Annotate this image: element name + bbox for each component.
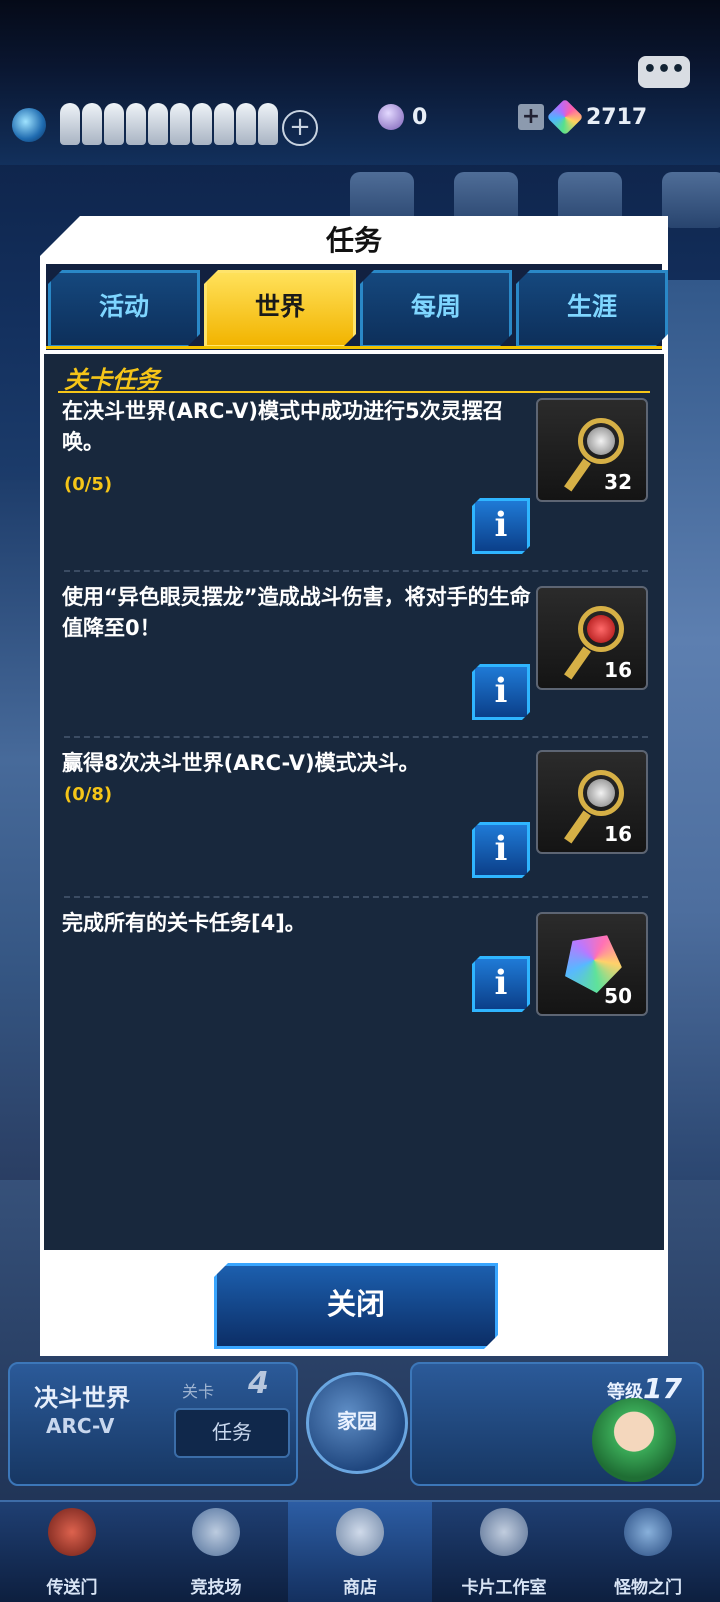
reward-slot[interactable]: 16 xyxy=(536,750,648,854)
swords-icon xyxy=(192,1508,240,1556)
settings-icon[interactable] xyxy=(662,172,720,228)
reward-count: 50 xyxy=(604,984,632,1008)
gem-icon xyxy=(546,98,584,136)
monster-gate-icon xyxy=(624,1508,672,1556)
stage-number: 4 xyxy=(248,1366,269,1401)
gem-currency[interactable]: + 2717 xyxy=(518,98,648,136)
dialog-title: 任务 xyxy=(325,224,382,257)
add-gems-icon[interactable]: + xyxy=(518,104,544,130)
orb-currency: 0 xyxy=(378,104,427,130)
stage-label: 关卡 xyxy=(182,1382,215,1401)
player-silhouette-icon xyxy=(148,103,168,145)
nav-arena[interactable]: 竞技场 xyxy=(144,1502,288,1602)
chat-icon[interactable]: ••• xyxy=(638,56,690,88)
tab-weekly[interactable]: 每周 xyxy=(360,270,512,348)
top-bar: ••• + 0 + 2717 xyxy=(0,0,720,165)
portal-icon xyxy=(48,1508,96,1556)
nav-label: 传送门 xyxy=(46,1578,98,1598)
missions-dialog: 任务 活动 世界 每周 生涯 关卡任务 在决斗世界(ARC-V)模式中成功进行5… xyxy=(40,216,668,1356)
mission-item: 赢得8次决斗世界(ARC-V)模式决斗。 (0/8) 16 i xyxy=(44,748,664,896)
nav-label: 竞技场 xyxy=(190,1578,242,1598)
player-silhouette-icon xyxy=(82,103,102,145)
mission-button[interactable]: 任务 xyxy=(174,1408,290,1458)
mission-item: 完成所有的关卡任务[4]。 50 i xyxy=(44,908,664,1058)
player-silhouette-icon xyxy=(104,103,124,145)
home-button[interactable]: 家园 xyxy=(306,1372,408,1474)
info-button[interactable]: i xyxy=(472,498,530,554)
mission-item: 使用“异色眼灵摆龙”造成战斗伤害，将对手的生命值降至0！ 16 i xyxy=(44,582,664,732)
nav-label: 怪物之门 xyxy=(614,1578,682,1598)
background-scene-right xyxy=(664,280,720,1180)
bottom-navbar: 传送门 竞技场 商店 卡片工作室 怪物之门 xyxy=(0,1500,720,1602)
mission-divider xyxy=(64,896,648,898)
mission-item: 在决斗世界(ARC-V)模式中成功进行5次灵摆召唤。 (0/5) 32 i xyxy=(44,396,664,568)
reward-slot[interactable]: 50 xyxy=(536,912,648,1016)
duel-world-title: 决斗世界 xyxy=(34,1384,130,1412)
close-button[interactable]: 关闭 xyxy=(214,1263,498,1349)
reward-slot[interactable]: 16 xyxy=(536,586,648,690)
mission-text: 赢得8次决斗世界(ARC-V)模式决斗。 xyxy=(62,751,420,775)
duel-world-subtitle: ARC-V xyxy=(46,1414,115,1438)
player-silhouette-icon xyxy=(126,103,146,145)
orb-icon xyxy=(378,104,404,130)
nav-label: 卡片工作室 xyxy=(461,1578,547,1598)
nav-monster-gate[interactable]: 怪物之门 xyxy=(576,1502,720,1602)
reward-slot[interactable]: 32 xyxy=(536,398,648,502)
section-divider xyxy=(58,391,650,393)
nav-shop[interactable]: 商店 xyxy=(288,1502,432,1602)
info-button[interactable]: i xyxy=(472,956,530,1012)
tab-career[interactable]: 生涯 xyxy=(516,270,668,348)
avatar[interactable] xyxy=(592,1398,676,1482)
mission-divider xyxy=(64,736,648,738)
player-silhouette-icon xyxy=(258,103,278,145)
reward-count: 16 xyxy=(604,658,632,682)
player-silhouette-icon xyxy=(60,103,80,145)
orb-count: 0 xyxy=(412,104,428,130)
reward-count: 32 xyxy=(604,470,632,494)
player-slots xyxy=(60,103,278,147)
section-title: 关卡任务 xyxy=(64,366,160,394)
player-silhouette-icon xyxy=(192,103,212,145)
tab-events[interactable]: 活动 xyxy=(48,270,200,348)
player-silhouette-icon xyxy=(236,103,256,145)
player-silhouette-icon xyxy=(214,103,234,145)
tab-underline xyxy=(46,346,662,349)
background-scene-left xyxy=(0,480,40,1180)
player-silhouette-icon xyxy=(170,103,190,145)
mission-progress: (0/5) xyxy=(64,474,113,495)
deck-panel[interactable]: 等级17 xyxy=(410,1362,704,1486)
nav-label: 商店 xyxy=(343,1578,377,1598)
nav-card-studio[interactable]: 卡片工作室 xyxy=(432,1502,576,1602)
mission-tabs: 活动 世界 每周 生涯 xyxy=(46,264,662,352)
mission-divider xyxy=(64,570,648,572)
shop-cart-icon xyxy=(336,1508,384,1556)
globe-icon[interactable] xyxy=(12,108,46,142)
add-player-button[interactable]: + xyxy=(282,110,318,146)
info-button[interactable]: i xyxy=(472,664,530,720)
tab-world[interactable]: 世界 xyxy=(204,270,356,348)
mission-text: 完成所有的关卡任务[4]。 xyxy=(62,911,306,935)
info-button[interactable]: i xyxy=(472,822,530,878)
mission-progress: (0/8) xyxy=(64,784,113,805)
gem-count: 2717 xyxy=(586,104,648,130)
mission-list-panel: 关卡任务 在决斗世界(ARC-V)模式中成功进行5次灵摆召唤。 (0/5) 32… xyxy=(44,354,664,1250)
duel-world-panel[interactable]: 决斗世界 ARC-V 关卡 4 任务 xyxy=(8,1362,298,1486)
mission-text: 使用“异色眼灵摆龙”造成战斗伤害，将对手的生命值降至0！ xyxy=(62,585,531,640)
mission-text: 在决斗世界(ARC-V)模式中成功进行5次灵摆召唤。 xyxy=(62,399,504,454)
reward-count: 16 xyxy=(604,822,632,846)
cards-icon xyxy=(480,1508,528,1556)
nav-portal[interactable]: 传送门 xyxy=(0,1502,144,1602)
